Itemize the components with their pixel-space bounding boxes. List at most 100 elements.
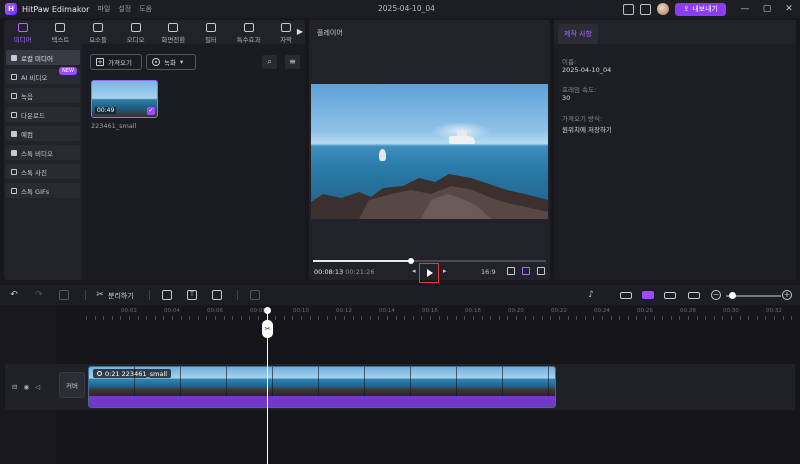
track-lock-icon[interactable]: ⊟ [12, 383, 17, 391]
search-icon[interactable]: ⌕ [262, 55, 277, 69]
next-frame-icon[interactable]: ▸ [443, 267, 447, 275]
tab-text[interactable]: 텍스트 [42, 20, 80, 44]
play-button[interactable] [419, 263, 439, 283]
gift-icon[interactable] [640, 3, 652, 15]
ruler-tick [369, 316, 371, 320]
fullscreen-icon[interactable] [537, 267, 545, 275]
timeline-clip[interactable]: 0:21 223461_small [88, 366, 556, 408]
plus-icon: + [96, 58, 104, 66]
split-button[interactable]: 분리하기 [108, 291, 134, 301]
track-mute-icon[interactable]: ◁ [35, 383, 40, 391]
media-thumbnail[interactable]: 00:49 ✓ [91, 80, 158, 118]
ruler-tick-label: 00:32 [766, 308, 782, 314]
split-audio-icon[interactable] [664, 292, 676, 299]
ruler-tick-label: 00:28 [680, 308, 696, 314]
feedback-icon[interactable] [623, 3, 635, 15]
text-box-icon[interactable]: T [187, 290, 197, 300]
ruler-tick [490, 316, 492, 320]
ruler-tick [438, 316, 440, 320]
undo-icon[interactable]: ↶ [9, 290, 19, 300]
tab-elements[interactable]: 요소들 [79, 20, 117, 44]
side-nav-local-media[interactable]: 로컬 미디어 [6, 50, 80, 65]
tabs-more-chevron-icon[interactable]: ▶ [297, 27, 303, 36]
ruler-tick [387, 316, 388, 320]
ruler-tick-label: 00:18 [465, 308, 481, 314]
side-nav-stock-photo[interactable]: 스톡 사진 [6, 164, 80, 179]
video-preview[interactable] [311, 84, 548, 219]
ruler-tick-label: 00:16 [422, 308, 438, 314]
window-title: 2025-04-10_04 [378, 4, 435, 13]
zoom-in-icon[interactable]: + [782, 290, 792, 300]
minimize-button[interactable]: — [734, 4, 756, 14]
tab-project-details[interactable]: 제작 사항 [558, 24, 598, 44]
playhead-scissors-icon[interactable]: ✂ [262, 320, 273, 338]
side-nav-record[interactable]: 녹음 [6, 88, 80, 103]
fit-icon[interactable] [688, 292, 700, 299]
export-button[interactable]: ⇪ 내보내기 [675, 2, 726, 16]
close-button[interactable]: ✕ [778, 4, 800, 14]
scissors-icon[interactable]: ✂ [95, 290, 105, 300]
tab-filters[interactable]: 필터 [192, 20, 230, 44]
side-nav-stock-gifs[interactable]: 스톡 GIFs [6, 183, 80, 198]
divider [85, 290, 86, 300]
menu-help[interactable]: 도움 [139, 4, 152, 14]
ruler-tick [550, 316, 552, 320]
shield-icon[interactable] [162, 290, 172, 300]
divider [149, 290, 150, 300]
ruler-tick [559, 316, 560, 320]
side-nav-examples[interactable]: 예컴 [6, 126, 80, 141]
progress-knob[interactable] [407, 258, 414, 264]
stock-video-icon [11, 149, 17, 156]
grid-icon[interactable] [522, 267, 530, 275]
tab-audio[interactable]: 오디오 [117, 20, 155, 44]
stock-photo-icon [11, 168, 17, 175]
triangle-icon [11, 130, 17, 137]
magnet-icon[interactable] [642, 291, 654, 299]
ruler-tick [197, 316, 199, 320]
zoom-knob[interactable] [728, 292, 736, 299]
timeline-ruler[interactable]: 00:02 00:04 00:06 00:08 00:10 00:12 00:14 00:16… [56, 306, 800, 320]
microphone-icon[interactable]: ♪ [586, 290, 596, 300]
side-nav-download[interactable]: 다운로드 [6, 107, 80, 122]
import-button[interactable]: + 가져오기 [90, 54, 142, 70]
playback-progress-bar[interactable] [313, 258, 546, 264]
ruler-tick [249, 316, 251, 320]
timeline-toolbar: ↶ ↷ ✂ 분리하기 T ♪ − + [0, 285, 800, 305]
play-icon [427, 269, 433, 277]
ruler-tick [292, 316, 294, 320]
aspect-ratio-select[interactable]: 16:9 [481, 268, 496, 276]
playhead-handle[interactable] [264, 307, 271, 314]
ruler-tick [86, 316, 87, 320]
audio-icon [130, 23, 141, 32]
tab-transitions[interactable]: 화면전환 [155, 20, 193, 44]
zoom-slider[interactable] [726, 292, 781, 299]
record-dropdown[interactable]: 녹화 ▾ [146, 54, 196, 70]
tab-effects[interactable]: 특수효과 [230, 20, 268, 44]
record-icon [152, 58, 160, 66]
cover-button[interactable]: 커버 [59, 372, 85, 398]
link-icon[interactable] [620, 292, 632, 299]
side-nav-ai-video[interactable]: AI 비디오 NEW [6, 67, 80, 84]
ruler-tick [636, 316, 638, 320]
avatar[interactable] [657, 3, 670, 15]
lock-icon[interactable] [250, 290, 260, 300]
tab-media[interactable]: 미디어 [4, 20, 42, 44]
redo-icon[interactable]: ↷ [34, 290, 44, 300]
menu-settings[interactable]: 설정 [118, 4, 131, 14]
ruler-tick [791, 316, 793, 320]
ruler-tick [94, 316, 96, 320]
snapshot-icon[interactable] [507, 267, 515, 275]
clip-label: 0:21 223461_small [93, 369, 172, 378]
track-eye-icon[interactable]: ◉ [23, 383, 29, 391]
delete-icon[interactable] [59, 290, 69, 300]
maximize-button[interactable]: ▢ [756, 4, 778, 14]
ruler-tick [705, 316, 707, 320]
sort-icon[interactable]: ≡ [285, 55, 300, 69]
menu-file[interactable]: 파일 [97, 4, 110, 14]
prev-frame-icon[interactable]: ◂ [412, 267, 416, 275]
zoom-out-icon[interactable]: − [711, 290, 721, 300]
crop-icon[interactable] [212, 290, 222, 300]
side-nav-stock-video[interactable]: 스톡 비디오 [6, 145, 80, 160]
ruler-tick [533, 316, 535, 320]
ruler-tick [180, 316, 182, 320]
